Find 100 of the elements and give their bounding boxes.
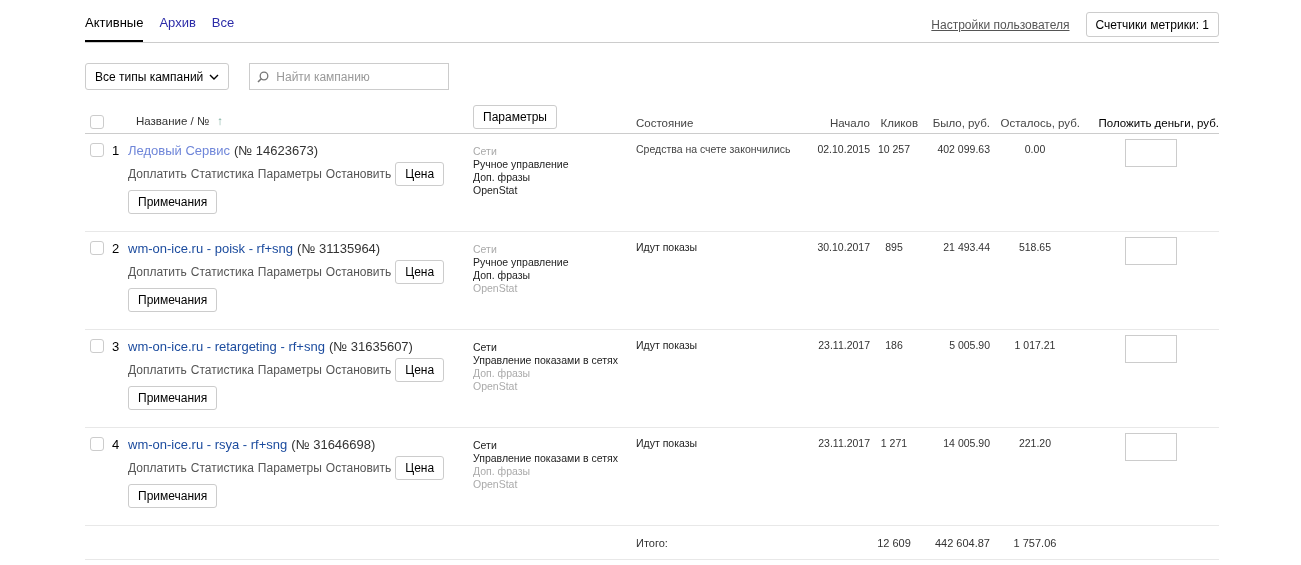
- campaign-number: (№ 31646698): [291, 437, 376, 452]
- clicks-cell-text: 186: [884, 339, 904, 353]
- action-link[interactable]: Остановить: [325, 461, 392, 475]
- campaign-option: Управление показами в сетях: [473, 452, 636, 465]
- sort-arrow: ↑: [217, 115, 224, 129]
- action-link[interactable]: Параметры: [257, 363, 322, 377]
- price-button[interactable]: Цена: [395, 162, 445, 186]
- action-link[interactable]: Доплатить: [128, 461, 187, 475]
- campaign-option: OpenStat: [473, 478, 636, 491]
- campaign-option: Сети: [473, 439, 636, 452]
- campaign-type-dropdown[interactable]: Все типы кампаний: [85, 63, 230, 90]
- deposit-field[interactable]: [1125, 139, 1177, 167]
- user-settings-link[interactable]: Настройки пользователя: [931, 17, 1070, 32]
- status-text: Средства на счете закончились: [636, 143, 791, 155]
- total-clicks: 12 609: [876, 536, 912, 549]
- campaign-option: Сети: [473, 341, 636, 354]
- action-link[interactable]: Параметры: [257, 265, 322, 279]
- tab[interactable]: Все: [211, 12, 235, 42]
- was-cell-text: 21 493.44: [942, 241, 990, 255]
- campaign-option: Управление показами в сетях: [473, 354, 636, 367]
- row-checkbox[interactable]: [90, 143, 104, 157]
- action-link[interactable]: Параметры: [257, 167, 322, 181]
- was-cell-text: 402 099.63: [936, 143, 990, 157]
- action-link[interactable]: Параметры: [257, 461, 322, 475]
- action-link[interactable]: Статистика: [190, 265, 254, 279]
- row-number: 1: [112, 143, 120, 160]
- search-icon: [257, 71, 270, 83]
- campaign-option: OpenStat: [473, 184, 636, 197]
- column-header: Кликов: [879, 117, 918, 129]
- deposit-field[interactable]: [1125, 433, 1177, 461]
- status-text: Идут показы: [636, 339, 698, 351]
- campaign-option: Доп. фразы: [473, 171, 636, 184]
- action-link[interactable]: Статистика: [190, 167, 254, 181]
- total-label: Итого:: [636, 536, 669, 549]
- tab[interactable]: Активные: [85, 12, 144, 42]
- notes-button[interactable]: Примечания: [128, 386, 218, 410]
- deposit-field[interactable]: [1125, 335, 1177, 363]
- notes-button[interactable]: Примечания: [128, 288, 218, 312]
- tab[interactable]: Архив: [159, 12, 196, 42]
- row-checkbox[interactable]: [90, 339, 104, 353]
- column-header: Осталось, руб.: [999, 117, 1080, 129]
- was-cell-text: 5 005.90: [948, 339, 990, 353]
- start-date: 23.11.2017: [817, 437, 870, 451]
- campaign-link[interactable]: Ледовый Сервис: [128, 143, 230, 158]
- clicks-cell-text: 895: [884, 241, 904, 255]
- left-cell-text: 518.65: [1017, 241, 1053, 255]
- row-checkbox[interactable]: [90, 241, 104, 255]
- action-link[interactable]: Доплатить: [128, 363, 187, 377]
- campaign-link[interactable]: wm-on-ice.ru - poisk - rf+sng: [128, 241, 294, 256]
- campaign-option: OpenStat: [473, 282, 636, 295]
- total-left: 1 757.06: [1012, 536, 1058, 549]
- notes-button[interactable]: Примечания: [128, 190, 218, 214]
- was-cell-text: 14 005.90: [942, 437, 990, 451]
- start-date: 02.10.2015: [816, 143, 870, 157]
- action-link[interactable]: Остановить: [325, 167, 392, 181]
- status-text: Идут показы: [636, 241, 698, 253]
- price-button[interactable]: Цена: [395, 456, 445, 480]
- campaign-link[interactable]: wm-on-ice.ru - retargeting - rf+sng: [128, 339, 325, 354]
- chevron-down-icon: [209, 73, 220, 80]
- deposit-field[interactable]: [1125, 237, 1177, 265]
- campaign-option: Доп. фразы: [473, 367, 636, 380]
- column-header: Начало: [828, 117, 870, 129]
- total-was: 442 604.87: [933, 536, 990, 549]
- action-link[interactable]: Статистика: [190, 363, 254, 377]
- status-text: Идут показы: [636, 437, 698, 449]
- parameters-button[interactable]: Параметры: [473, 105, 557, 129]
- clicks-cell-text: 10 257: [876, 143, 912, 157]
- price-button[interactable]: Цена: [395, 358, 445, 382]
- column-header: Положить деньги, руб.: [1097, 117, 1219, 129]
- search-field[interactable]: Найти кампанию: [249, 63, 450, 90]
- row-checkbox[interactable]: [90, 437, 104, 451]
- start-date: 30.10.2017: [816, 241, 870, 255]
- campaign-option: OpenStat: [473, 380, 636, 393]
- select-all-checkbox[interactable]: [90, 115, 104, 129]
- price-button[interactable]: Цена: [395, 260, 445, 284]
- campaign-link[interactable]: wm-on-ice.ru - rsya - rf+sng: [128, 437, 288, 452]
- row-number: 3: [112, 339, 120, 356]
- left-cell-text: 0.00: [1023, 143, 1047, 157]
- action-link[interactable]: Остановить: [325, 363, 392, 377]
- campaign-option: Ручное управление: [473, 158, 636, 171]
- campaign-option: Доп. фразы: [473, 465, 636, 478]
- action-link[interactable]: Остановить: [325, 265, 392, 279]
- action-link[interactable]: Доплатить: [128, 265, 187, 279]
- action-link[interactable]: Доплатить: [128, 167, 187, 181]
- metrika-counters-button[interactable]: Счетчики метрики: 1: [1085, 12, 1219, 37]
- column-header: Было, руб.: [931, 117, 990, 129]
- column-header: Состояние: [636, 117, 695, 129]
- campaign-number: (№ 31135964): [297, 241, 381, 256]
- left-cell-text: 1 017.21: [1013, 339, 1057, 353]
- column-header[interactable]: Название / №: [136, 115, 210, 129]
- campaign-number: (№ 14623673): [233, 143, 318, 158]
- action-link[interactable]: Статистика: [190, 461, 254, 475]
- campaign-option: Ручное управление: [473, 256, 636, 269]
- notes-button[interactable]: Примечания: [128, 484, 218, 508]
- row-number: 2: [112, 241, 120, 258]
- left-cell-text: 221.20: [1017, 437, 1053, 451]
- campaign-number: (№ 31635607): [328, 339, 413, 354]
- campaign-option: Сети: [473, 145, 636, 158]
- clicks-cell-text: 1 271: [879, 437, 909, 451]
- campaign-option: Сети: [473, 243, 636, 256]
